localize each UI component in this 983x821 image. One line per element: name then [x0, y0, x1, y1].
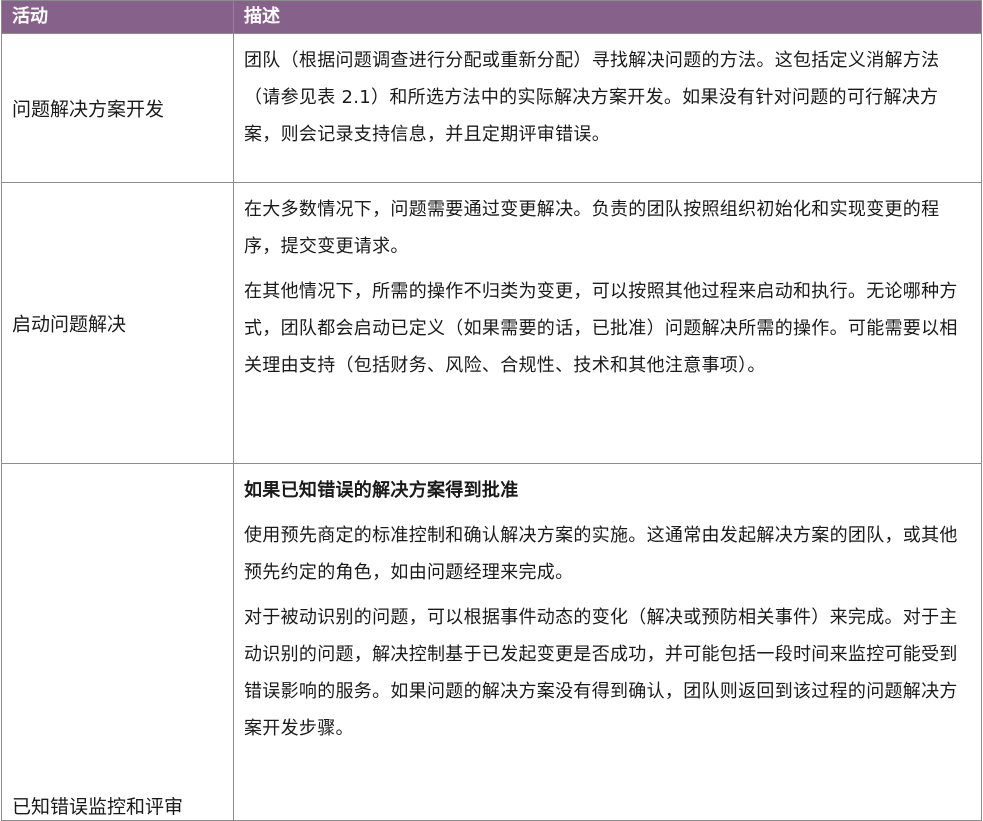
activity-name: 启动问题解决	[12, 313, 127, 336]
description-cell: 在大多数情况下，问题需要通过变更解决。负责的团队按照组织初始化和实现变更的程序，…	[233, 182, 982, 464]
table-row: 问题解决方案开发 团队（根据问题调查进行分配或重新分配）寻找解决问题的方法。这包…	[1, 33, 982, 183]
header-description: 描述	[233, 0, 982, 34]
description-cell: 团队（根据问题调查进行分配或重新分配）寻找解决问题的方法。这包括定义消解方法（请…	[233, 33, 982, 183]
table-header-row: 活动 描述	[1, 0, 982, 34]
description-paragraph: 对于被动识别的问题，可以根据事件动态的变化（解决或预防相关事件）来完成。对于主动…	[244, 607, 958, 739]
activity-cell: 已知错误监控和评审	[1, 463, 234, 821]
activity-name: 已知错误监控和评审	[12, 796, 184, 818]
description-heading: 如果已知错误的解决方案得到批准	[244, 480, 519, 501]
activity-cell: 启动问题解决	[1, 182, 234, 464]
table-row: 启动问题解决 在大多数情况下，问题需要通过变更解决。负责的团队按照组织初始化和实…	[1, 182, 982, 464]
description-paragraph: 在其他情况下，所需的操作不归类为变更，可以按照其他过程来启动和执行。无论哪种方式…	[244, 281, 958, 376]
table-row: 已知错误监控和评审 如果已知错误的解决方案得到批准 使用预先商定的标准控制和确认…	[1, 463, 982, 821]
activity-cell: 问题解决方案开发	[1, 33, 234, 183]
description-paragraph: 在大多数情况下，问题需要通过变更解决。负责的团队按照组织初始化和实现变更的程序，…	[244, 199, 940, 257]
description-paragraph: 使用预先商定的标准控制和确认解决方案的实施。这通常由发起解决方案的团队，或其他预…	[244, 525, 958, 583]
description-paragraph: 团队（根据问题调查进行分配或重新分配）寻找解决问题的方法。这包括定义消解方法（请…	[244, 50, 940, 145]
header-activity: 活动	[1, 0, 234, 34]
activity-name: 问题解决方案开发	[12, 98, 165, 121]
process-activity-table: 活动 描述 问题解决方案开发 团队（根据问题调查进行分配或重新分配）寻找解决问题…	[1, 0, 982, 821]
description-cell: 如果已知错误的解决方案得到批准 使用预先商定的标准控制和确认解决方案的实施。这通…	[233, 463, 982, 821]
